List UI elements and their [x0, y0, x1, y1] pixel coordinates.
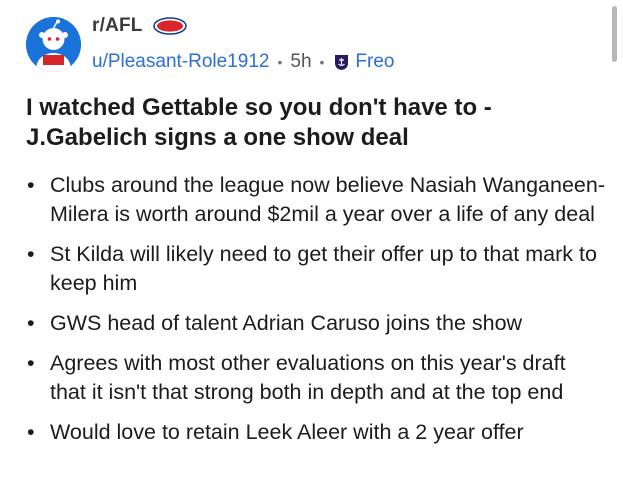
author-link[interactable]: u/Pleasant-Role1912 [92, 51, 269, 73]
post-title[interactable]: I watched Gettable so you don't have to … [26, 93, 596, 153]
list-item: • St Kilda will likely need to get their … [26, 240, 606, 298]
list-item-text: Clubs around the league now believe Nasi… [50, 173, 605, 226]
bullet-marker: • [27, 173, 35, 197]
bullet-marker: • [27, 311, 35, 335]
post-header: r/AFL u/Pleasant-Role1912 • 5h • Freo [26, 14, 596, 74]
list-item: • Would love to retain Leek Aleer with a … [26, 418, 606, 447]
list-item: • Agrees with most other evaluations on t… [26, 349, 606, 407]
post-time: 5h [290, 51, 312, 72]
fremantle-anchor-icon [335, 55, 349, 70]
subreddit-name[interactable]: r/AFL [92, 15, 143, 37]
list-item-text: St Kilda will likely need to get their o… [50, 242, 597, 295]
meta-separator: • [319, 54, 325, 70]
afl-logo-icon [152, 17, 187, 35]
bullet-marker: • [27, 242, 35, 266]
meta-separator: • [277, 54, 283, 70]
post-body-list: • Clubs around the league now believe Nas… [26, 171, 606, 458]
list-item: • GWS head of talent Adrian Caruso joins … [26, 309, 606, 338]
bullet-marker: • [27, 420, 35, 444]
scrollbar[interactable] [612, 6, 617, 62]
list-item: • Clubs around the league now believe Nas… [26, 171, 606, 229]
list-item-text: GWS head of talent Adrian Caruso joins t… [50, 311, 523, 335]
subreddit-line: r/AFL [92, 15, 187, 37]
list-item-text: Would love to retain Leek Aleer with a 2… [50, 420, 524, 444]
list-item-text: Agrees with most other evaluations on th… [50, 351, 566, 404]
user-flair: Freo [355, 51, 395, 72]
post-meta: u/Pleasant-Role1912 • 5h • Freo [92, 51, 395, 73]
bullet-marker: • [27, 351, 35, 375]
subreddit-avatar-icon[interactable] [26, 17, 81, 72]
